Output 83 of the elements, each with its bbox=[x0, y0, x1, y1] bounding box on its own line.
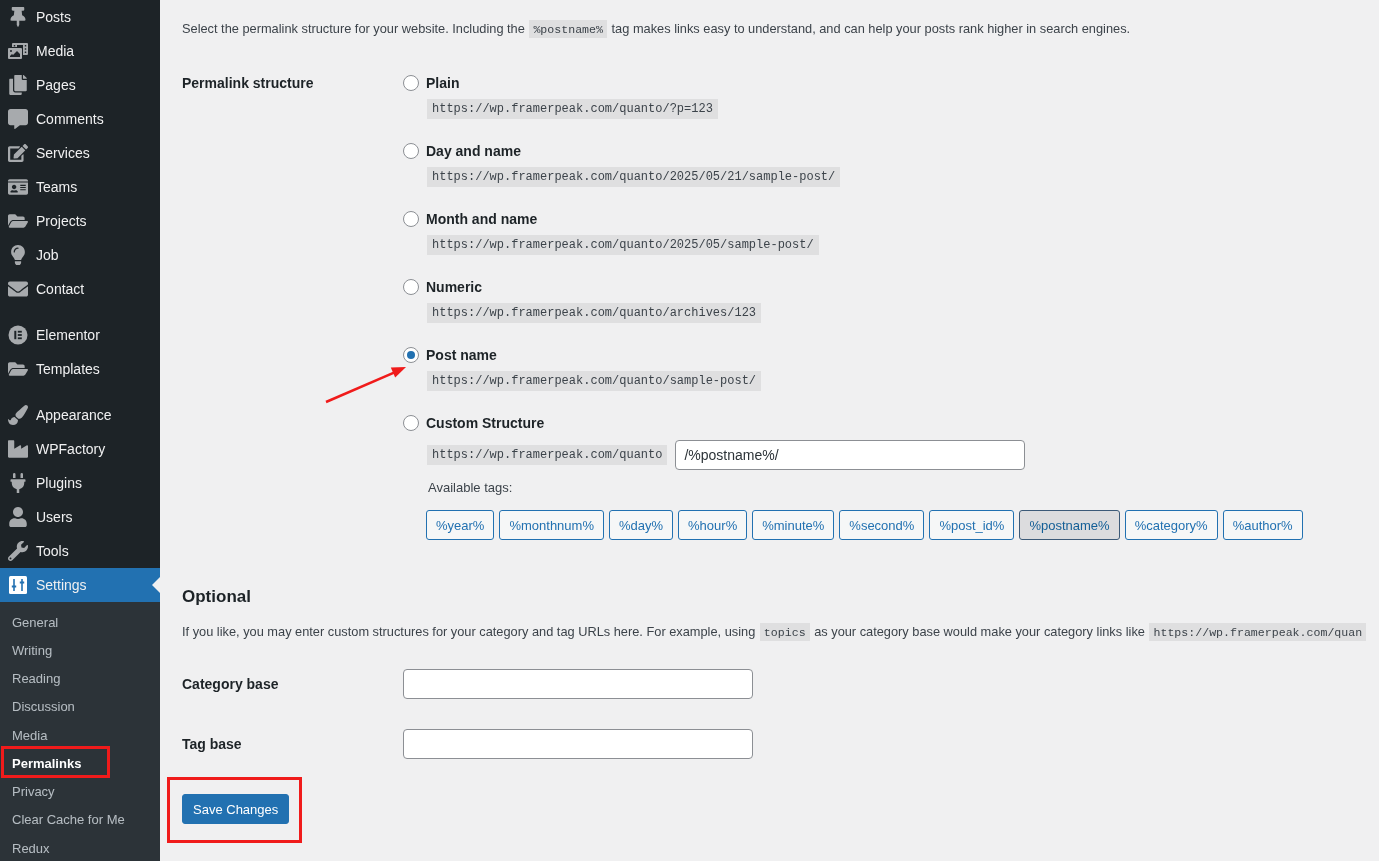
edit-icon bbox=[8, 143, 28, 163]
pin-icon bbox=[8, 7, 28, 27]
submenu-item[interactable]: Discussion bbox=[0, 692, 160, 721]
folder-icon bbox=[8, 211, 28, 231]
menu-item[interactable]: Comments bbox=[0, 102, 160, 136]
tag-button[interactable]: %second% bbox=[839, 510, 925, 540]
radio-button[interactable] bbox=[403, 415, 419, 431]
menu-item[interactable]: Media bbox=[0, 34, 160, 68]
id-card-icon bbox=[8, 177, 28, 197]
menu-item[interactable]: Job bbox=[0, 238, 160, 272]
url-prefix: https://wp.framerpeak.com/quanto bbox=[427, 445, 668, 465]
option-label: Month and name bbox=[426, 211, 538, 227]
example-url: https://wp.framerpeak.com/quanto/?p=123 bbox=[427, 99, 718, 119]
tag-button[interactable]: %author% bbox=[1222, 510, 1303, 540]
submenu-item[interactable]: Reading bbox=[0, 664, 160, 693]
media-icon bbox=[8, 41, 28, 61]
radio-button[interactable] bbox=[403, 75, 419, 91]
submenu-item[interactable]: Privacy bbox=[0, 777, 160, 806]
submenu-item[interactable]: Redux bbox=[0, 834, 160, 861]
example-url: https://wp.framerpeak.com/quanto/sample-post/ bbox=[427, 371, 762, 391]
section-title: Optional bbox=[182, 586, 252, 608]
submenu-item[interactable]: Writing bbox=[0, 636, 160, 665]
submenu-item[interactable]: Clear Cache for Me bbox=[0, 805, 160, 834]
menu-item[interactable]: Pages bbox=[0, 68, 160, 102]
optional-description: If you like, you may enter custom structures for your category and tag URLs here. For example, using topics as your category base would make your category links like https://wp.framerpeak.com/quan bbox=[182, 622, 1379, 643]
option-label: Day and name bbox=[426, 143, 521, 159]
option-label: Post name bbox=[426, 347, 497, 363]
submenu-item[interactable]: Permalinks bbox=[0, 749, 160, 778]
menu-item[interactable]: Contact bbox=[0, 272, 160, 306]
wrench-icon bbox=[8, 541, 28, 561]
radio-button[interactable] bbox=[403, 211, 419, 227]
folder-icon bbox=[8, 359, 28, 379]
menu-item[interactable]: Users bbox=[0, 500, 160, 534]
tag-button[interactable]: %monthnum% bbox=[499, 510, 604, 540]
tag-button[interactable]: %year% bbox=[426, 510, 495, 540]
example-url: https://wp.framerpeak.com/quanto/archives/123 bbox=[427, 303, 762, 323]
settings-icon bbox=[8, 575, 28, 595]
custom-structure-input[interactable]: /%postname%/ bbox=[675, 440, 1026, 470]
tag-button[interactable]: %postname% bbox=[1019, 510, 1120, 540]
radio-button[interactable] bbox=[403, 143, 419, 159]
menu-item[interactable]: Templates bbox=[0, 352, 160, 386]
save-button[interactable]: Save Changes bbox=[182, 794, 290, 824]
menu-item[interactable]: WPFactory bbox=[0, 432, 160, 466]
description-text: Select the permalink structure for your website. Including the %postname% tag makes links easy to understand, and can help your posts rank higher in search engines. bbox=[182, 19, 1132, 40]
menu-item[interactable]: Settings bbox=[0, 568, 160, 602]
menu-item[interactable]: Tools bbox=[0, 534, 160, 568]
tag-button[interactable]: %category% bbox=[1124, 510, 1218, 540]
factory-icon bbox=[8, 439, 28, 459]
radio-button[interactable] bbox=[403, 279, 419, 295]
envelope-icon bbox=[8, 279, 28, 299]
field-label: Category base bbox=[182, 675, 280, 694]
paintbrush-icon bbox=[8, 405, 28, 425]
lightbulb-icon bbox=[8, 245, 28, 265]
tag-button[interactable]: %hour% bbox=[678, 510, 748, 540]
menu-item[interactable]: Elementor bbox=[0, 318, 160, 352]
user-icon bbox=[8, 507, 28, 527]
text-input[interactable] bbox=[403, 669, 753, 699]
pages-icon bbox=[8, 75, 28, 95]
submenu-item[interactable]: Media bbox=[0, 721, 160, 750]
logo-icon bbox=[8, 325, 28, 345]
menu-item[interactable]: Appearance bbox=[0, 398, 160, 432]
submenu-item[interactable]: General bbox=[0, 608, 160, 637]
menu-pointer-icon bbox=[152, 577, 160, 593]
tags-label: Available tags: bbox=[428, 479, 513, 497]
plug-icon bbox=[8, 473, 28, 493]
option-label: Custom Structure bbox=[426, 415, 545, 431]
field-label: Permalink structure bbox=[182, 74, 315, 93]
menu-item[interactable]: Services bbox=[0, 136, 160, 170]
example-url: https://wp.framerpeak.com/quanto/2025/05/sample-post/ bbox=[427, 235, 819, 255]
menu-item[interactable]: Projects bbox=[0, 204, 160, 238]
menu-item[interactable]: Plugins bbox=[0, 466, 160, 500]
menu-item[interactable]: Teams bbox=[0, 170, 160, 204]
menu-item[interactable]: Posts bbox=[0, 0, 160, 34]
field-label: Tag base bbox=[182, 735, 243, 754]
radio-button[interactable] bbox=[403, 347, 419, 363]
tag-button[interactable]: %post_id% bbox=[929, 510, 1015, 540]
text-input[interactable] bbox=[403, 729, 753, 759]
option-label: Numeric bbox=[426, 279, 483, 295]
option-label: Plain bbox=[426, 75, 460, 91]
example-url: https://wp.framerpeak.com/quanto/2025/05/21/sample-post/ bbox=[427, 167, 841, 187]
tag-button[interactable]: %day% bbox=[608, 510, 674, 540]
comment-icon bbox=[8, 109, 28, 129]
tag-button[interactable]: %minute% bbox=[752, 510, 835, 540]
